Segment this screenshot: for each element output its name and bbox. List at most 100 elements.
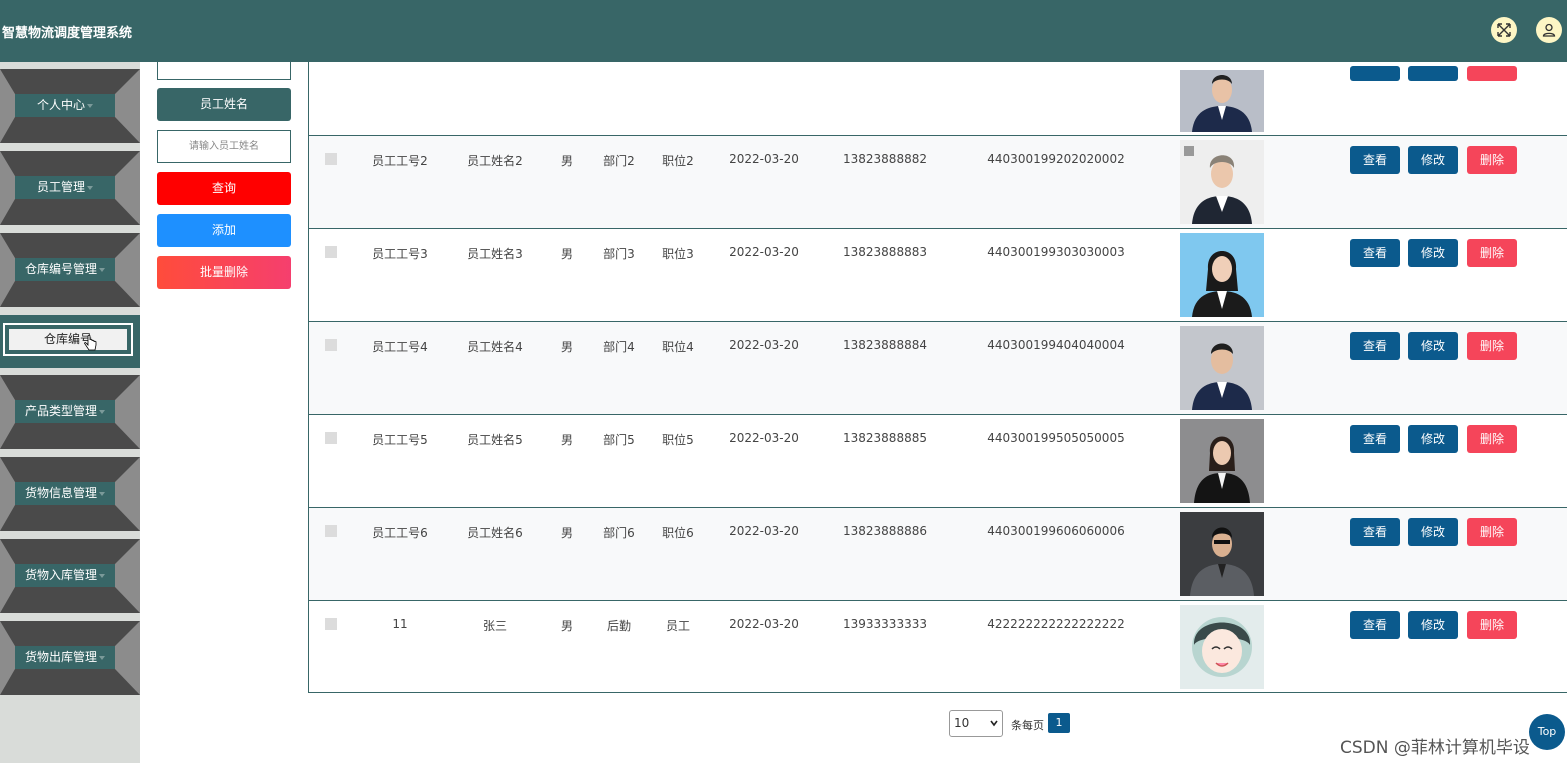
batch-delete-button[interactable]: 批量删除: [157, 256, 291, 289]
cell-gender: 男: [560, 247, 573, 261]
row-checkbox[interactable]: [325, 525, 337, 537]
delete-button[interactable]: [1467, 66, 1517, 81]
cell-date: 2022-03-20: [729, 524, 799, 538]
delete-button[interactable]: 删除: [1467, 332, 1517, 360]
cell-position: 员工: [665, 619, 690, 633]
cell-dept: 部门6: [603, 526, 635, 540]
edit-button[interactable]: 修改: [1408, 611, 1458, 639]
table-row: 员工工号3 员工姓名3 男 部门3 职位3 2022-03-20 1382388…: [309, 229, 1567, 322]
sidebar-item-label: 个人中心: [36, 98, 85, 112]
cell-position: 职位4: [662, 340, 694, 354]
expand-icon: [1497, 23, 1511, 37]
page-size-value: 10: [954, 716, 970, 730]
cell-date: 2022-03-20: [729, 338, 799, 352]
caret-down-icon: [99, 655, 105, 660]
cell-gender: 男: [560, 154, 573, 168]
cell-position: 职位2: [662, 154, 694, 168]
cell-date: 2022-03-20: [729, 617, 799, 631]
edit-button[interactable]: [1408, 66, 1458, 81]
chevron-down-icon: [990, 720, 998, 727]
employee-table: 员工工号2 员工姓名2 男 部门2 职位2 2022-03-20 1382388…: [308, 62, 1567, 693]
cell-emp-name: 张三: [482, 619, 507, 633]
cell-idcard: 422222222222222222: [987, 617, 1125, 631]
employee-name-label: 员工姓名: [157, 88, 291, 121]
cell-phone: 13823888882: [843, 152, 927, 166]
caret-down-icon: [99, 409, 105, 414]
table-row: 员工工号5 员工姓名5 男 部门5 职位5 2022-03-20 1382388…: [309, 415, 1567, 508]
view-button[interactable]: 查看: [1350, 611, 1400, 639]
row-checkbox[interactable]: [325, 432, 337, 444]
query-button[interactable]: 查询: [157, 172, 291, 205]
edit-button[interactable]: 修改: [1408, 425, 1458, 453]
edit-button[interactable]: 修改: [1408, 518, 1458, 546]
delete-button[interactable]: 删除: [1467, 518, 1517, 546]
cell-dept: 部门4: [603, 340, 635, 354]
cell-emp-name: 员工姓名3: [467, 247, 523, 261]
cell-dept: 后勤: [606, 619, 631, 633]
cell-idcard: 440300199202020002: [987, 152, 1125, 166]
cell-emp-id: 员工工号2: [372, 154, 428, 168]
sidebar-item-warehouse[interactable]: 仓库编号管理: [0, 233, 140, 307]
sidebar-item-personal-center[interactable]: 个人中心: [0, 69, 140, 143]
cell-gender: 男: [560, 433, 573, 447]
view-button[interactable]: 查看: [1350, 146, 1400, 174]
cell-emp-id: 员工工号3: [372, 247, 428, 261]
delete-button[interactable]: 删除: [1467, 611, 1517, 639]
table-row: 员工工号4 员工姓名4 男 部门4 职位4 2022-03-20 1382388…: [309, 322, 1567, 415]
cell-emp-name: 员工姓名6: [467, 526, 523, 540]
caret-down-icon: [87, 103, 93, 108]
table-row: 员工工号6 员工姓名6 男 部门6 职位6 2022-03-20 1382388…: [309, 508, 1567, 601]
cell-emp-id: 11: [392, 617, 408, 631]
view-button[interactable]: 查看: [1350, 518, 1400, 546]
delete-button[interactable]: 删除: [1467, 146, 1517, 174]
view-button[interactable]: 查看: [1350, 332, 1400, 360]
view-button[interactable]: 查看: [1350, 239, 1400, 267]
fullscreen-button[interactable]: [1491, 17, 1517, 43]
watermark: CSDN @菲林计算机毕设: [1340, 738, 1530, 758]
cell-emp-name: 员工姓名5: [467, 433, 523, 447]
cell-gender: 男: [560, 340, 573, 354]
delete-button[interactable]: 删除: [1467, 239, 1517, 267]
sidebar-item-goods-outbound[interactable]: 货物出库管理: [0, 621, 140, 695]
back-to-top-button[interactable]: Top: [1529, 714, 1565, 750]
cell-gender: 男: [560, 619, 573, 633]
employee-name-input[interactable]: 请输入员工姓名: [157, 130, 291, 163]
sidebar-item-product-type[interactable]: 产品类型管理: [0, 375, 140, 449]
cell-emp-id: 员工工号4: [372, 340, 428, 354]
edit-button[interactable]: 修改: [1408, 146, 1458, 174]
row-checkbox[interactable]: [325, 618, 337, 630]
sidebar-item-label: 员工管理: [36, 180, 85, 194]
cell-phone: 13933333333: [843, 617, 927, 631]
cell-position: 职位5: [662, 433, 694, 447]
cell-idcard: 440300199505050005: [987, 431, 1125, 445]
sidebar-item-label: 货物出库管理: [24, 650, 97, 664]
page-number-current[interactable]: 1: [1048, 713, 1070, 733]
cell-emp-name: 员工姓名4: [467, 340, 523, 354]
view-button[interactable]: [1350, 66, 1400, 81]
edit-button[interactable]: 修改: [1408, 332, 1458, 360]
cell-phone: 13823888886: [843, 524, 927, 538]
sidebar-item-employee[interactable]: 员工管理: [0, 151, 140, 225]
row-checkbox[interactable]: [325, 153, 337, 165]
cell-emp-id: 员工工号6: [372, 526, 428, 540]
page-size-select[interactable]: 10: [949, 710, 1003, 737]
table-row: 11 张三 男 后勤 员工 2022-03-20 13933333333 422…: [309, 601, 1567, 694]
add-button[interactable]: 添加: [157, 214, 291, 247]
sidebar-item-label: 货物入库管理: [24, 568, 97, 582]
per-page-label: 条每页: [1011, 719, 1044, 732]
row-checkbox[interactable]: [325, 339, 337, 351]
filter-field-partial[interactable]: [157, 62, 291, 80]
sidebar-subitem-warehouse-number[interactable]: 仓库编号: [0, 315, 140, 368]
employee-photo: [1180, 605, 1264, 689]
cell-dept: 部门3: [603, 247, 635, 261]
sidebar-item-goods-info[interactable]: 货物信息管理: [0, 457, 140, 531]
user-button[interactable]: [1536, 17, 1562, 43]
cell-phone: 13823888884: [843, 338, 927, 352]
row-checkbox[interactable]: [325, 246, 337, 258]
view-button[interactable]: 查看: [1350, 425, 1400, 453]
sidebar: 个人中心 员工管理 仓库编号管理 仓库编号 产品类型管理 货物信息管理 货物入库…: [0, 62, 140, 763]
cell-date: 2022-03-20: [729, 245, 799, 259]
delete-button[interactable]: 删除: [1467, 425, 1517, 453]
sidebar-item-goods-inbound[interactable]: 货物入库管理: [0, 539, 140, 613]
edit-button[interactable]: 修改: [1408, 239, 1458, 267]
